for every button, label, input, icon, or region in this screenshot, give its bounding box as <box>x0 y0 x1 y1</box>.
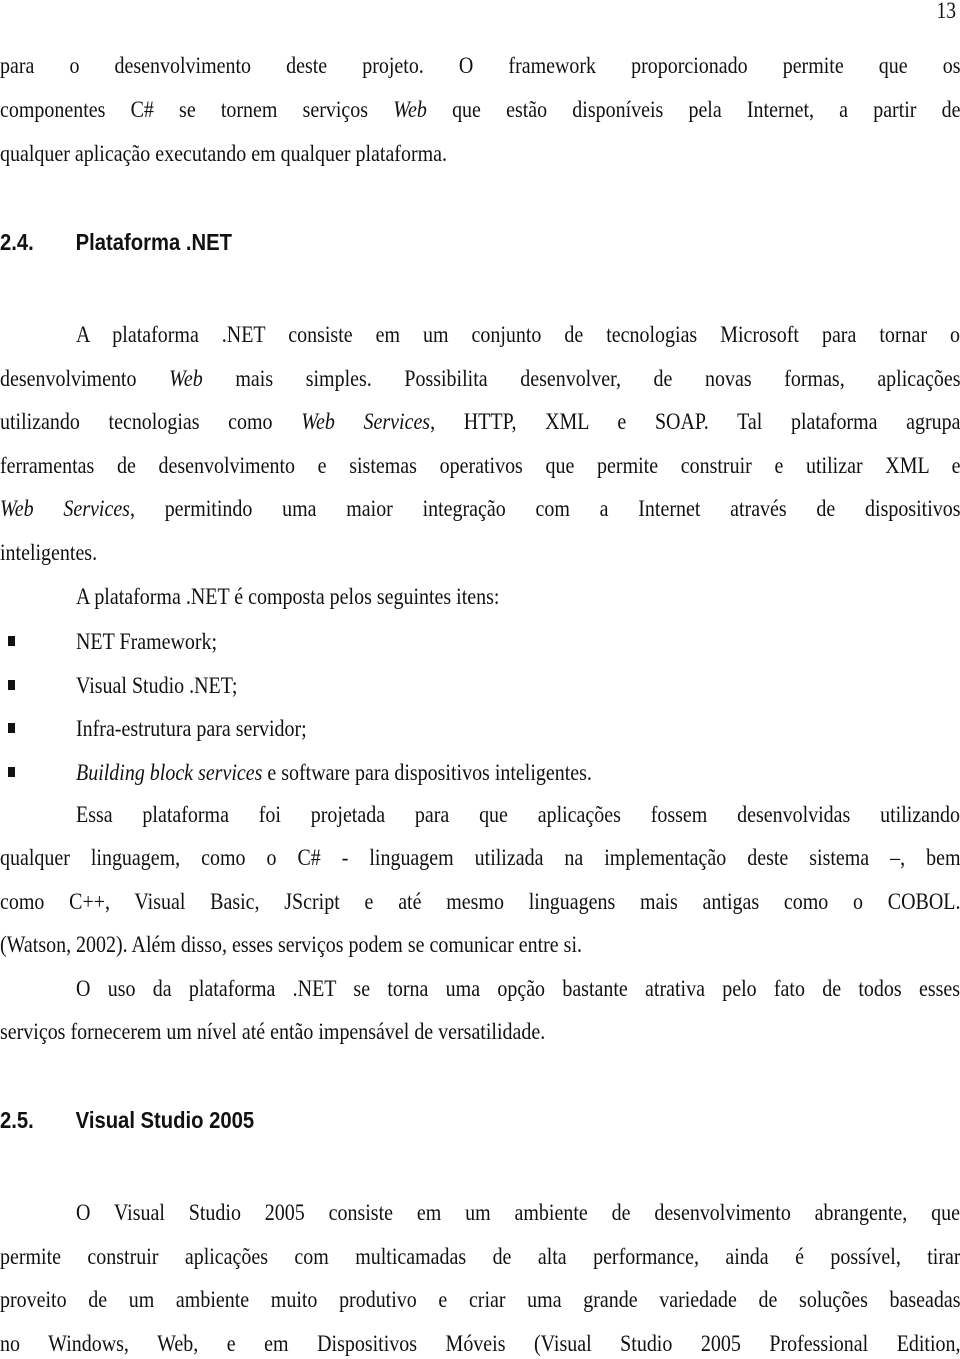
text-run: NET Framework; <box>76 629 218 655</box>
square-bullet-icon <box>8 723 15 733</box>
text-line: desenvolvimento Web mais simples. Possib… <box>0 368 960 394</box>
section-title: Plataforma .NET <box>75 229 233 255</box>
emphasis: Web <box>169 368 203 392</box>
text-run: , permitindo uma maior integração com a … <box>129 498 960 522</box>
text-line: para o desenvolvimento deste projeto. O … <box>0 55 960 79</box>
text-line: O Visual Studio 2005 consiste em um ambi… <box>76 1202 960 1226</box>
text-run: que estão disponíveis pela Internet, a p… <box>426 99 960 123</box>
section-heading-2-5: 2.5. Visual Studio 2005 <box>0 1107 254 1134</box>
text-run: componentes C# se tornem serviços <box>0 99 394 123</box>
text-line: qualquer aplicação executando em qualque… <box>0 141 448 167</box>
text-line: utilizando tecnologias como Web Services… <box>0 411 960 437</box>
list-item-text: Infra-estrutura para servidor; <box>76 716 307 743</box>
section-title: Visual Studio 2005 <box>75 1107 255 1133</box>
page-number: 13 <box>936 0 956 23</box>
text-run: Visual Studio .NET; <box>76 673 238 699</box>
list-item-text: Visual Studio .NET; <box>76 673 237 700</box>
text-line: inteligentes. <box>0 540 98 566</box>
text-line: qualquer linguagem, como o C# - linguage… <box>0 847 960 871</box>
text-line: como C++, Visual Basic, JScript e até me… <box>0 891 960 915</box>
section-heading-2-4: 2.4. Plataforma .NET <box>0 229 232 256</box>
text-line: O uso da plataforma .NET se torna uma op… <box>76 978 960 1002</box>
square-bullet-icon <box>8 767 15 777</box>
text-line: componentes C# se tornem serviços Web qu… <box>0 99 960 125</box>
list-intro: A plataforma .NET é composta pelos segui… <box>76 584 500 610</box>
text-run: desenvolvimento <box>0 368 170 392</box>
section-number: 2.4. <box>0 229 34 255</box>
text-line: no Windows, Web, e em Dispositivos Móvei… <box>0 1333 960 1357</box>
square-bullet-icon <box>8 680 15 690</box>
text-line: ferramentas de desenvolvimento e sistema… <box>0 455 960 479</box>
emphasis: Building block services <box>76 760 263 786</box>
text-line: Web Services, permitindo uma maior integ… <box>0 498 960 524</box>
text-run: e software para dispositivos inteligente… <box>262 760 592 786</box>
square-bullet-icon <box>8 636 15 646</box>
text-line: permite construir aplicações com multica… <box>0 1246 960 1270</box>
emphasis: Web Services <box>0 498 130 522</box>
text-run: mais simples. Possibilita desenvolver, d… <box>202 368 960 392</box>
text-line: proveito de um ambiente muito produtivo … <box>0 1289 960 1313</box>
list-item-text: Building block services e software para … <box>76 760 592 787</box>
list-item-text: NET Framework; <box>76 629 217 656</box>
text-line: Essa plataforma foi projetada para que a… <box>76 804 960 828</box>
text-run: Infra-estrutura para servidor; <box>76 716 307 742</box>
emphasis: Web <box>393 99 427 123</box>
text-run: , HTTP, XML e SOAP. Tal plataforma agrup… <box>430 411 960 435</box>
section-number: 2.5. <box>0 1107 34 1133</box>
text-line: serviços fornecerem um nível até então i… <box>0 1019 546 1045</box>
text-line: A plataforma .NET consiste em um conjunt… <box>76 324 960 348</box>
text-line: (Watson, 2002). Além disso, esses serviç… <box>0 932 582 958</box>
text-run: utilizando tecnologias como <box>0 411 302 435</box>
emphasis: Web Services <box>301 411 431 435</box>
